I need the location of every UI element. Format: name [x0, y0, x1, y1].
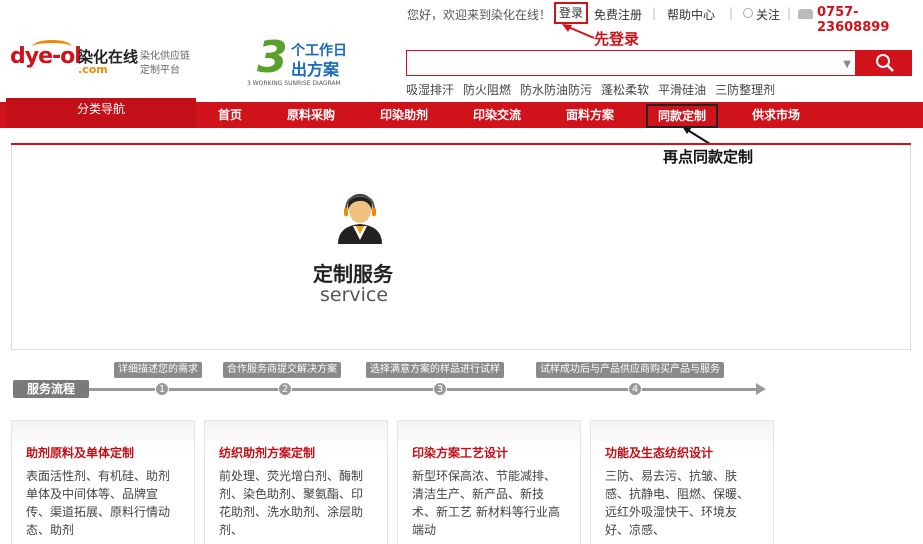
search-tags: 吸湿排汗 防火阻燃 防水防油防污 蓬松柔软 平滑硅油 三防整理剂 — [406, 81, 784, 98]
divider: | — [729, 6, 734, 20]
nav-item-market[interactable]: 供求市场 — [752, 102, 800, 128]
nav-item-home[interactable]: 首页 — [218, 102, 242, 128]
search-tag[interactable]: 三防整理剂 — [715, 83, 775, 97]
step-text: 详细描述您的需求 — [114, 362, 202, 378]
card-desc: 表面活性剂、有机硅、助剂单体及中间体等、品牌宣传、渠道拓展、原料行情动态、助剂 — [26, 469, 171, 537]
service-panel — [11, 145, 911, 350]
card-title: 纺织助剂方案定制 — [219, 446, 316, 460]
nav-item-materials[interactable]: 原料采购 — [287, 102, 335, 128]
welcome-text: 您好，欢迎来到染化在线！ — [407, 8, 552, 22]
step-number: 2 — [278, 382, 292, 396]
search-input[interactable]: ▼ — [406, 50, 856, 76]
three-days-badge: 3 个工作日 出方案 3 WORKING SUNRISE DIAGRAM — [247, 32, 367, 92]
card-title: 印染方案工艺设计 — [412, 446, 509, 460]
search-tag[interactable]: 防火阻燃 — [463, 83, 511, 97]
service-subtitle: service — [320, 284, 389, 306]
logo-sub2: 定制平台 — [140, 65, 180, 76]
card-desc: 三防、易去污、抗皱、肤感、抗静电、阻燃、保暖、远红外吸湿快干、环境友好、凉感、 — [605, 469, 750, 537]
site-logo[interactable]: dye-ol 染化在线 .com 染化供应链 定制平台 — [10, 40, 200, 80]
follow-link[interactable]: 关注 — [756, 6, 780, 23]
search-tag[interactable]: 防水防油防污 — [520, 83, 592, 97]
divider: | — [787, 6, 792, 20]
service-card[interactable]: 功能及生态纺织设计 三防、易去污、抗皱、肤感、抗静电、阻燃、保暖、远红外吸湿快干… — [590, 420, 774, 544]
search-tag[interactable]: 蓬松柔软 — [601, 83, 649, 97]
dropdown-arrow-icon[interactable]: ▼ — [843, 59, 851, 70]
register-link[interactable]: 免费注册 — [594, 6, 642, 23]
step-text: 合作服务商提交解决方案 — [223, 362, 341, 378]
search-button[interactable] — [856, 50, 912, 76]
badge-en: 3 WORKING SUNRISE DIAGRAM — [247, 80, 341, 87]
nav-item-auxiliaries[interactable]: 印染助剂 — [380, 102, 428, 128]
main-nav: 分类导航 首页 原料采购 印染助剂 印染交流 面料方案 同款定制 供求市场 — [0, 98, 923, 128]
nav-item-exchange[interactable]: 印染交流 — [473, 102, 521, 128]
nav-item-custom[interactable]: 同款定制 — [646, 104, 719, 128]
badge-line2: 出方案 — [291, 60, 340, 79]
badge-num: 3 — [257, 32, 288, 83]
login-link[interactable]: 登录 — [554, 2, 588, 24]
phone-icon — [798, 9, 813, 19]
service-card[interactable]: 纺织助剂方案定制 前处理、荧光增白剂、酶制剂、染色助剂、聚氨酯、印花助剂、洗水助… — [204, 420, 388, 544]
nav-item-fabric[interactable]: 面料方案 — [566, 102, 614, 128]
logo-sub1: 染化供应链 — [140, 51, 190, 62]
flow-label: 服务流程 — [13, 380, 89, 398]
service-card[interactable]: 印染方案工艺设计 新型环保高浓、节能减排、清洁生产、新产品、新技术、新工艺 新材… — [397, 420, 581, 544]
search-icon — [876, 54, 894, 72]
customer-service-icon — [338, 194, 382, 244]
divider: | — [652, 6, 657, 20]
card-title: 助剂原料及单体定制 — [26, 446, 135, 460]
step-number: 1 — [155, 382, 169, 396]
service-title: 定制服务 — [313, 262, 393, 286]
search-tag[interactable]: 吸湿排汗 — [406, 83, 454, 97]
service-card[interactable]: 助剂原料及单体定制 表面活性剂、有机硅、助剂单体及中间体等、品牌宣传、渠道拓展、… — [11, 420, 195, 544]
card-desc: 新型环保高浓、节能减排、清洁生产、新产品、新技术、新工艺 新材料等行业高端动 — [412, 469, 560, 537]
step-text: 试样成功后与产品供应商购买产品与服务 — [536, 362, 724, 378]
help-center-link[interactable]: 帮助中心 — [667, 6, 715, 23]
card-title: 功能及生态纺织设计 — [605, 446, 714, 460]
logo-com: .com — [78, 63, 108, 76]
step-number: 3 — [433, 382, 447, 396]
logo-main: dye-ol — [10, 44, 82, 69]
search-tag[interactable]: 平滑硅油 — [658, 83, 706, 97]
step-number: 4 — [628, 382, 642, 396]
phone-number: 0757-23608899 — [817, 5, 890, 35]
flow-line — [80, 388, 760, 391]
category-nav[interactable]: 分类导航 — [6, 98, 196, 128]
step-text: 选择满意方案的样品进行试样 — [366, 362, 504, 378]
annotation-login-first: 先登录 — [594, 30, 640, 48]
flow-arrow-icon — [756, 383, 766, 395]
card-desc: 前处理、荧光增白剂、酶制剂、染色助剂、聚氨酯、印花助剂、洗水助剂、涂层助剂、 — [219, 469, 364, 537]
follow-icon — [743, 8, 753, 18]
top-bar: 您好，欢迎来到染化在线！ 登录 免费注册 | 帮助中心 | 关注 | 0757-… — [0, 0, 923, 35]
